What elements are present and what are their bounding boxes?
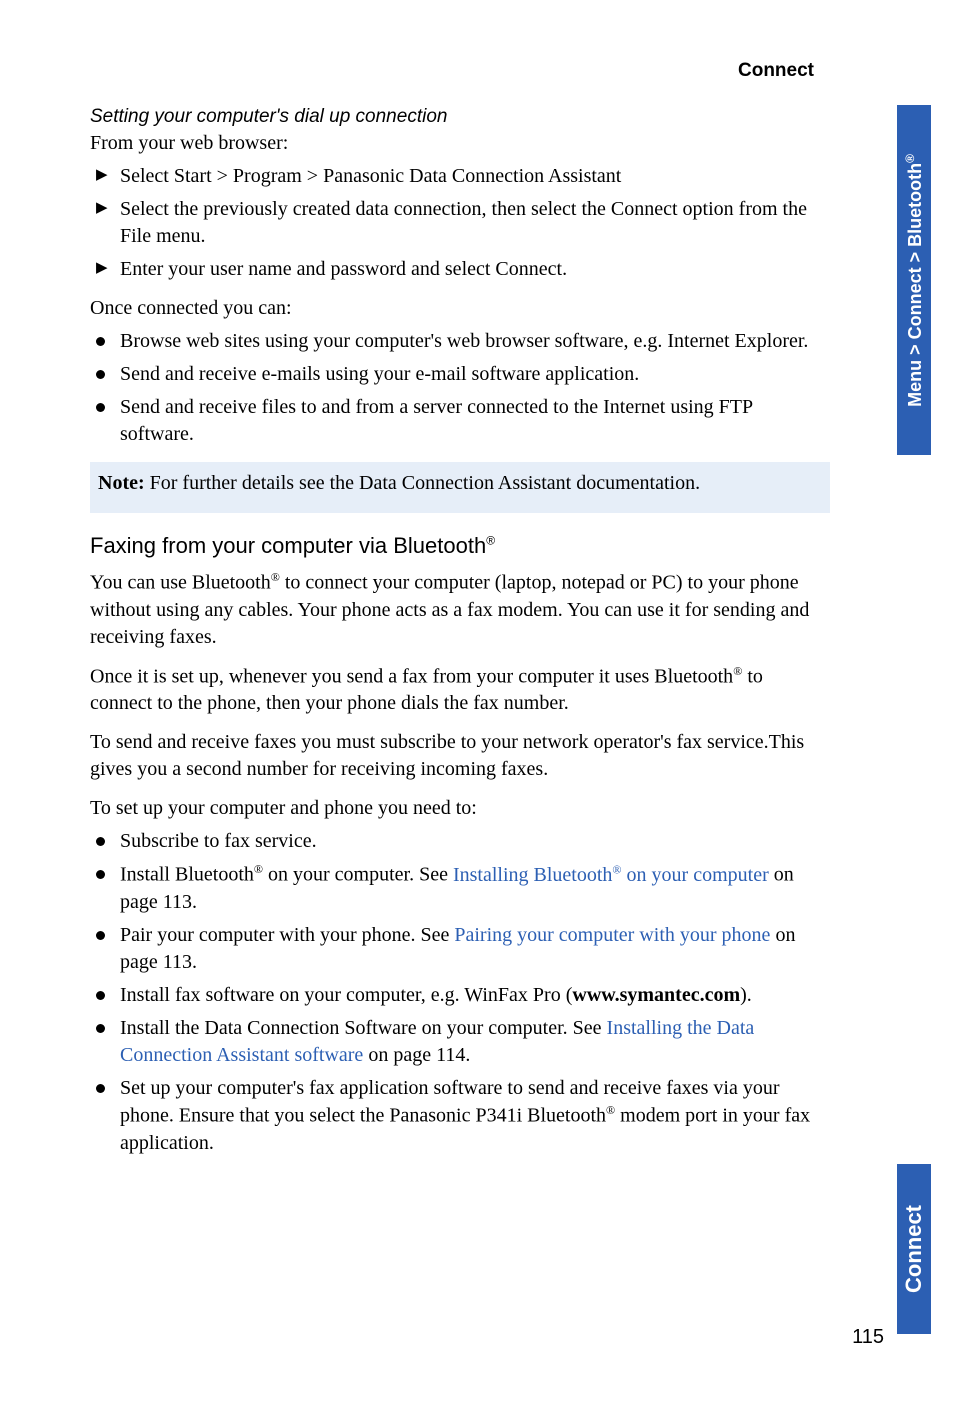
text-fragment: on your computer <box>622 864 769 886</box>
section-heading-faxing: Faxing from your computer via Bluetooth® <box>90 533 830 559</box>
arrow-step-item: Select Start > Program > Panasonic Data … <box>90 163 830 190</box>
sidebar-tab-section: Connect <box>897 1164 931 1334</box>
sidebar-top-text: Menu > Connect > Bluetooth <box>905 162 925 406</box>
paragraph: To set up your computer and phone you ne… <box>90 795 830 822</box>
note-text: For further details see the Data Connect… <box>145 472 700 494</box>
paragraph: You can use Bluetooth® to connect your c… <box>90 569 830 651</box>
intro-text: From your web browser: <box>90 130 830 157</box>
registered-symbol: ® <box>612 862 621 876</box>
registered-symbol: ® <box>254 862 263 876</box>
bullet-item: Install the Data Connection Software on … <box>90 1015 830 1069</box>
page-header-title: Connect <box>90 60 830 82</box>
bullet-item: Send and receive e-mails using your e-ma… <box>90 361 830 388</box>
arrow-step-list: Select Start > Program > Panasonic Data … <box>90 163 830 283</box>
bullet-item: Set up your computer's fax application s… <box>90 1075 830 1157</box>
note-box: Note: For further details see the Data C… <box>90 462 830 513</box>
text-fragment: Once it is set up, whenever you send a f… <box>90 665 733 687</box>
text-fragment: Install the Data Connection Software on … <box>120 1017 607 1039</box>
setup-bullet-list: Subscribe to fax service. Install Blueto… <box>90 828 830 1156</box>
registered-symbol: ® <box>733 664 742 678</box>
text-fragment: on your computer. See <box>263 864 453 886</box>
bullet-item: Send and receive files to and from a ser… <box>90 394 830 448</box>
sidebar-tab-breadcrumb: Menu > Connect > Bluetooth® <box>897 105 931 455</box>
paragraph: To send and receive faxes you must subsc… <box>90 729 830 783</box>
cross-reference-link[interactable]: Pairing your computer with your phone <box>454 924 770 946</box>
bullet-item: Install Bluetooth® on your computer. See… <box>90 861 830 916</box>
registered-symbol: ® <box>606 1103 615 1117</box>
registered-symbol: ® <box>486 534 495 548</box>
bullet-item: Install fax software on your computer, e… <box>90 982 830 1009</box>
text-fragment: Installing Bluetooth <box>453 864 612 886</box>
arrow-step-item: Select the previously created data conne… <box>90 196 830 250</box>
registered-symbol: ® <box>271 570 280 584</box>
sidebar-bottom-text: Connect <box>901 1205 927 1293</box>
bullet-item: Browse web sites using your computer's w… <box>90 328 830 355</box>
text-fragment: ). <box>740 984 752 1006</box>
subsection-title-dialup: Setting your computer's dial up connecti… <box>90 106 830 128</box>
cross-reference-link[interactable]: Installing Bluetooth® on your computer <box>453 864 769 886</box>
page-number: 115 <box>852 1326 884 1349</box>
note-label: Note: <box>98 472 145 494</box>
arrow-step-item: Enter your user name and password and se… <box>90 256 830 283</box>
text-fragment: on page 114. <box>363 1044 470 1066</box>
section-heading-text: Faxing from your computer via Bluetooth <box>90 533 486 558</box>
connected-bullet-list: Browse web sites using your computer's w… <box>90 328 830 448</box>
registered-symbol: ® <box>903 154 917 163</box>
text-fragment: Install fax software on your computer, e… <box>120 984 572 1006</box>
url-text: www.symantec.com <box>572 984 740 1006</box>
bullet-item: Pair your computer with your phone. See … <box>90 922 830 976</box>
text-fragment: Install Bluetooth <box>120 864 254 886</box>
text-fragment: Pair your computer with your phone. See <box>120 924 454 946</box>
once-connected-text: Once connected you can: <box>90 295 830 322</box>
paragraph: Once it is set up, whenever you send a f… <box>90 663 830 718</box>
bullet-item: Subscribe to fax service. <box>90 828 830 855</box>
text-fragment: You can use Bluetooth <box>90 572 271 594</box>
